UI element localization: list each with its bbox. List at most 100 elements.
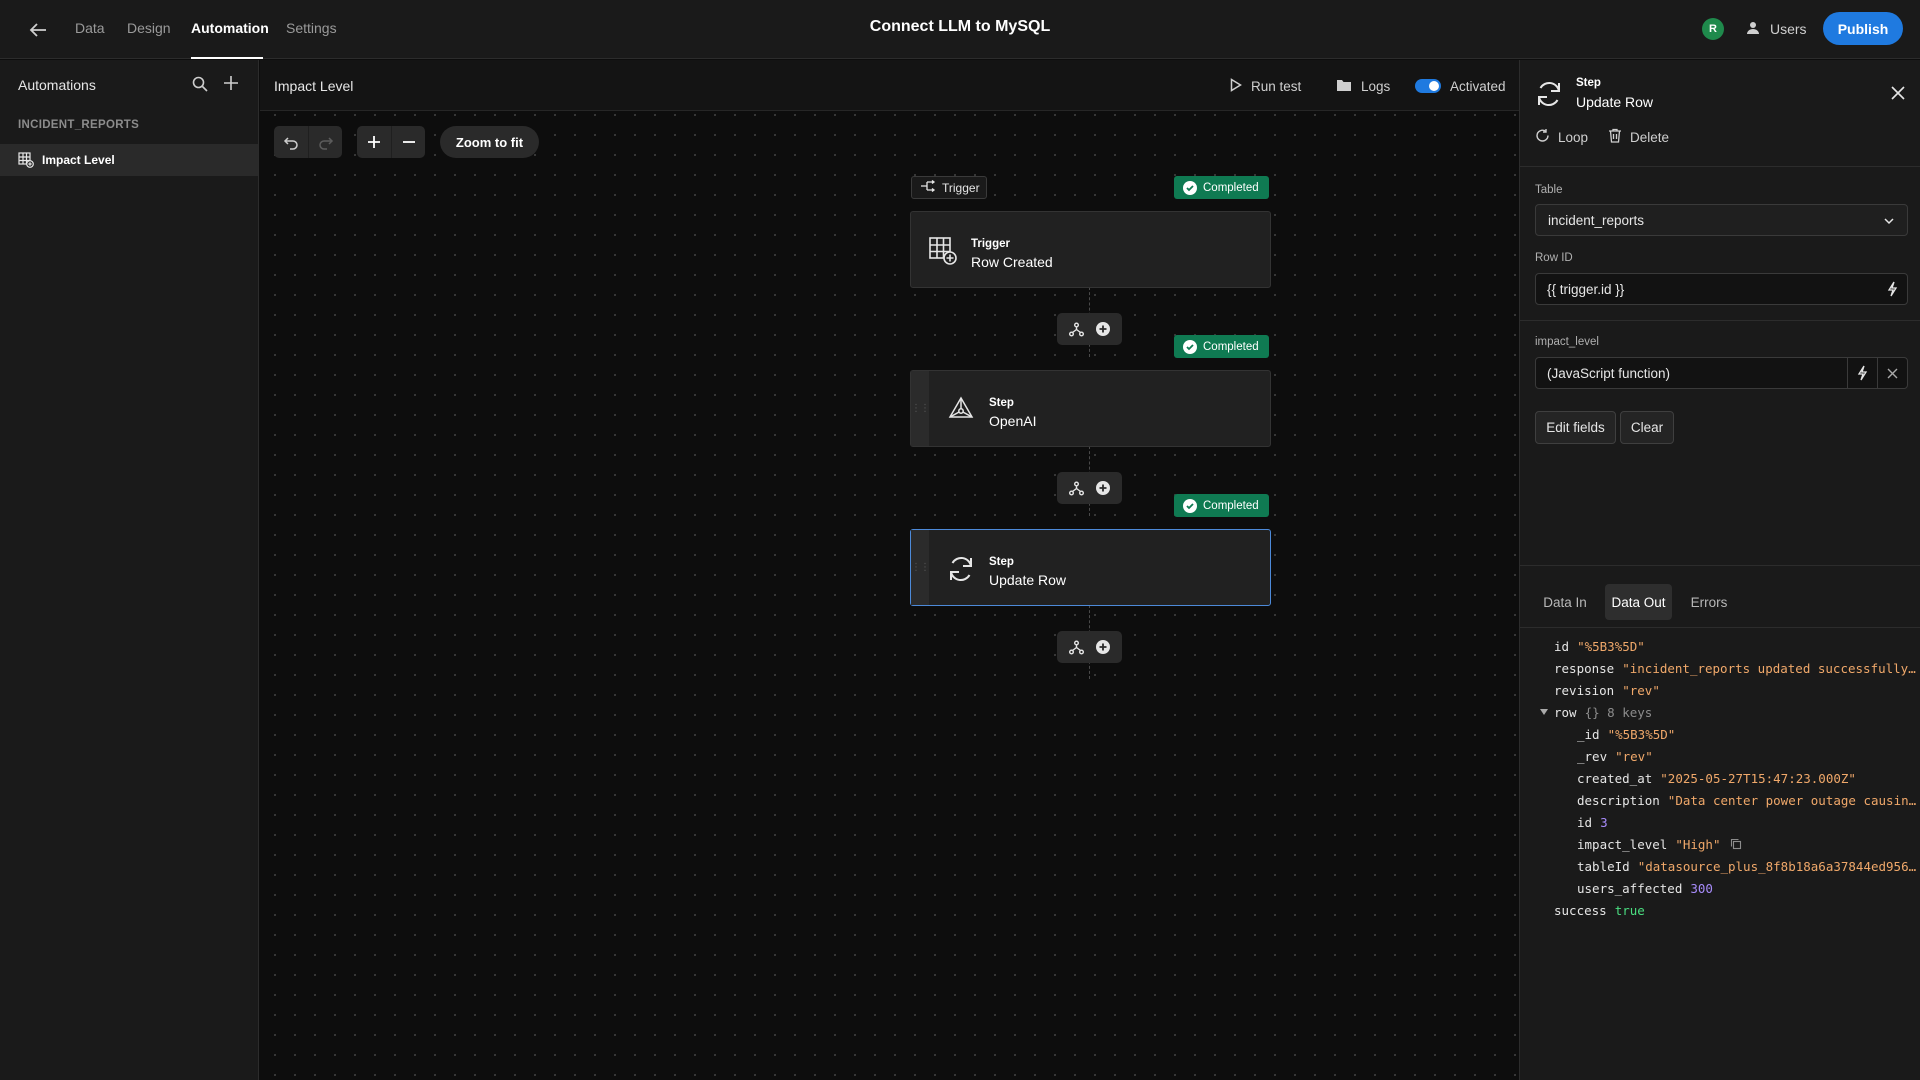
refresh-icon: [946, 554, 976, 584]
node-name: OpenAI: [989, 413, 1037, 429]
status-label: Completed: [1203, 181, 1259, 194]
divider: [1520, 565, 1920, 566]
node-kind: Step: [989, 397, 1014, 409]
step-node-openai[interactable]: ⋮⋮ Step OpenAI: [910, 370, 1271, 447]
undo-icon[interactable]: [274, 126, 308, 158]
users-button[interactable]: Users: [1746, 18, 1807, 40]
avatar[interactable]: R: [1702, 18, 1724, 40]
tab-automation[interactable]: Automation: [191, 20, 269, 36]
loop-button[interactable]: Loop: [1535, 126, 1588, 148]
redo-icon[interactable]: [308, 126, 342, 158]
json-row: description "Data center power outage cau…: [1577, 792, 1920, 808]
branch-icon[interactable]: [1068, 321, 1085, 338]
json-row: users_affected 300: [1577, 880, 1713, 896]
back-arrow-icon[interactable]: [26, 18, 50, 42]
tab-data[interactable]: Data: [75, 20, 105, 36]
edit-fields-button[interactable]: Edit fields: [1535, 411, 1616, 444]
zoom-in-icon[interactable]: [357, 126, 391, 158]
clear-button[interactable]: Clear: [1620, 411, 1674, 444]
tab-data-out[interactable]: Data Out: [1605, 584, 1672, 620]
close-icon[interactable]: [1890, 85, 1906, 101]
trash-icon: [1608, 128, 1622, 146]
activated-toggle[interactable]: Activated: [1415, 75, 1506, 97]
node-kind: Step: [989, 556, 1014, 568]
top-bar: Data Design Automation Settings Connect …: [0, 0, 1920, 59]
plus-icon[interactable]: [222, 74, 240, 92]
sidebar-group-label: INCIDENT_REPORTS: [18, 119, 140, 131]
automations-sidebar: Automations INCIDENT_REPORTS Impact Leve…: [0, 60, 259, 1080]
panel-step-name: Update Row: [1576, 94, 1654, 110]
copy-icon[interactable]: [1730, 838, 1742, 850]
trigger-tag: Trigger: [911, 176, 987, 199]
add-circle-icon[interactable]: [1095, 639, 1112, 656]
table-select[interactable]: incident_reports: [1535, 204, 1908, 236]
tab-design[interactable]: Design: [127, 20, 171, 36]
status-badge: Completed: [1174, 176, 1269, 199]
step-node-update-row[interactable]: ⋮⋮ Step Update Row: [910, 529, 1271, 606]
add-circle-icon[interactable]: [1095, 480, 1112, 497]
zoom-to-fit-button[interactable]: Zoom to fit: [440, 126, 539, 158]
loop-label: Loop: [1558, 129, 1589, 145]
openai-icon: [946, 395, 976, 425]
status-label: Completed: [1203, 499, 1259, 512]
branch-icon[interactable]: [1068, 480, 1085, 497]
drag-handle-icon[interactable]: ⋮⋮: [911, 530, 930, 605]
row-id-input[interactable]: [1536, 274, 1877, 304]
add-step-controls: [1057, 313, 1122, 345]
activated-label: Activated: [1450, 78, 1506, 94]
automation-title: Impact Level: [274, 78, 354, 94]
branch-icon[interactable]: [1068, 639, 1085, 656]
add-step-controls: [1057, 631, 1122, 663]
check-circle-icon: [1183, 339, 1197, 354]
node-kind: Trigger: [971, 238, 1010, 250]
tab-data-in[interactable]: Data In: [1533, 584, 1597, 620]
tab-errors[interactable]: Errors: [1680, 584, 1738, 620]
users-icon: [1746, 20, 1762, 39]
toggle-switch[interactable]: [1415, 79, 1441, 93]
logs-button[interactable]: Logs: [1336, 75, 1390, 97]
status-label: Completed: [1203, 340, 1259, 353]
lightning-bolt-icon[interactable]: [1847, 358, 1877, 388]
canvas-header: Impact Level Run test Logs Activated: [260, 60, 1519, 111]
loop-icon: [1535, 128, 1550, 146]
step-config-panel: Step Update Row Loop Delete Table incide…: [1519, 60, 1920, 1080]
sidebar-item-impact-level[interactable]: Impact Level: [0, 144, 258, 176]
trigger-node[interactable]: Trigger Row Created: [910, 211, 1271, 288]
divider: [1520, 166, 1920, 167]
zoom-out-icon[interactable]: [391, 126, 425, 158]
search-icon[interactable]: [191, 75, 209, 93]
caret-down-icon[interactable]: [1540, 708, 1554, 716]
users-label: Users: [1770, 21, 1807, 37]
tab-settings[interactable]: Settings: [286, 20, 337, 36]
clear-x-icon[interactable]: [1877, 358, 1907, 388]
status-badge: Completed: [1174, 494, 1269, 517]
publish-button[interactable]: Publish: [1823, 12, 1903, 45]
automation-canvas[interactable]: Impact Level Run test Logs Activated Zoo…: [260, 60, 1519, 1080]
sidebar-title: Automations: [18, 77, 96, 93]
refresh-icon: [1534, 79, 1564, 109]
add-circle-icon[interactable]: [1095, 321, 1112, 338]
check-circle-icon: [1183, 498, 1197, 513]
json-row: _id "%5B3%5D": [1577, 726, 1676, 742]
json-row: id 3: [1577, 814, 1608, 830]
impact-level-input[interactable]: [1536, 358, 1847, 388]
add-step-controls: [1057, 472, 1122, 504]
status-badge: Completed: [1174, 335, 1269, 358]
play-icon: [1230, 77, 1242, 95]
node-name: Row Created: [971, 254, 1053, 270]
drag-handle-icon[interactable]: ⋮⋮: [911, 371, 930, 446]
impact-level-label: impact_level: [1535, 336, 1599, 348]
json-row-row[interactable]: row{} 8 keys: [1520, 701, 1920, 723]
json-row: _rev "rev": [1577, 748, 1653, 764]
zoom-controls: [357, 126, 425, 158]
lightning-bolt-icon[interactable]: [1877, 274, 1907, 304]
data-tabs: Data In Data Out Errors: [1520, 576, 1920, 628]
json-row: revision "rev": [1554, 682, 1660, 698]
delete-button[interactable]: Delete: [1608, 126, 1669, 148]
table-add-icon: [928, 236, 958, 266]
node-name: Update Row: [989, 572, 1067, 588]
run-test-label: Run test: [1251, 78, 1302, 94]
logs-label: Logs: [1361, 78, 1391, 94]
impact-level-field: [1535, 357, 1908, 389]
run-test-button[interactable]: Run test: [1230, 75, 1301, 97]
